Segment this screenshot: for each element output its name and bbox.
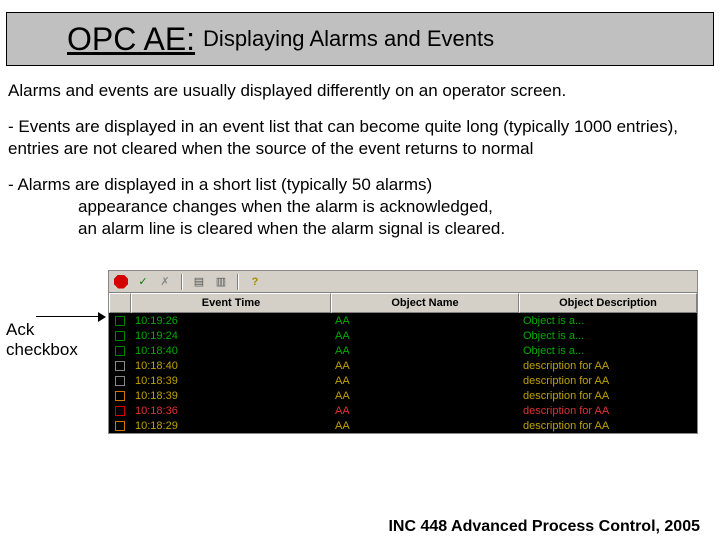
title-main: OPC AE: bbox=[67, 21, 195, 58]
cell-object-name: AA bbox=[331, 420, 519, 432]
cell-object-name: AA bbox=[331, 345, 519, 357]
alarm-header-row: Event Time Object Name Object Descriptio… bbox=[109, 293, 697, 313]
cell-event-time: 10:18:40 bbox=[131, 345, 331, 357]
cell-object-description: description for AA bbox=[519, 375, 697, 387]
table-row[interactable]: 10:19:24AAObject is a... bbox=[109, 328, 697, 343]
alarm-rows: 10:19:26AAObject is a...10:19:24AAObject… bbox=[109, 313, 697, 433]
table-row[interactable]: 10:18:40AAdescription for AA bbox=[109, 358, 697, 373]
cell-object-description: description for AA bbox=[519, 360, 697, 372]
p3-line3: an alarm line is cleared when the alarm … bbox=[78, 218, 712, 240]
paragraph-2: - Events are displayed in an event list … bbox=[8, 116, 712, 160]
cell-event-time: 10:18:40 bbox=[131, 360, 331, 372]
table-row[interactable]: 10:19:26AAObject is a... bbox=[109, 313, 697, 328]
ack-checkbox[interactable] bbox=[109, 376, 131, 386]
cell-event-time: 10:18:39 bbox=[131, 375, 331, 387]
cell-object-name: AA bbox=[331, 330, 519, 342]
cell-object-description: Object is a... bbox=[519, 330, 697, 342]
cell-event-time: 10:19:24 bbox=[131, 330, 331, 342]
cell-event-time: 10:18:36 bbox=[131, 405, 331, 417]
header-object-description: Object Description bbox=[519, 293, 697, 313]
cell-event-time: 10:18:39 bbox=[131, 390, 331, 402]
p3-line2: appearance changes when the alarm is ack… bbox=[78, 196, 712, 218]
header-event-time: Event Time bbox=[131, 293, 331, 313]
ack-checkbox[interactable] bbox=[109, 421, 131, 431]
cell-event-time: 10:18:29 bbox=[131, 420, 331, 432]
book-icon[interactable]: ▥ bbox=[213, 274, 229, 290]
table-row[interactable]: 10:18:29AAdescription for AA bbox=[109, 418, 697, 433]
p3-line1: - Alarms are displayed in a short list (… bbox=[8, 175, 432, 194]
slide-footer: INC 448 Advanced Process Control, 2005 bbox=[388, 518, 700, 536]
cell-object-name: AA bbox=[331, 315, 519, 327]
cell-object-description: description for AA bbox=[519, 390, 697, 402]
ack-checkbox[interactable] bbox=[109, 346, 131, 356]
stop-icon[interactable] bbox=[113, 274, 129, 290]
ack-label-line2: checkbox bbox=[6, 340, 78, 360]
cell-object-description: description for AA bbox=[519, 405, 697, 417]
header-checkbox-col bbox=[109, 293, 131, 313]
cell-event-time: 10:19:26 bbox=[131, 315, 331, 327]
toolbar-separator bbox=[181, 274, 183, 290]
ack-checkbox[interactable] bbox=[109, 391, 131, 401]
ack-check-icon[interactable]: ✓ bbox=[135, 274, 151, 290]
table-row[interactable]: 10:18:40AAObject is a... bbox=[109, 343, 697, 358]
cell-object-name: AA bbox=[331, 405, 519, 417]
unack-icon[interactable]: ✗ bbox=[157, 274, 173, 290]
title-sub: Displaying Alarms and Events bbox=[203, 26, 494, 52]
cell-object-name: AA bbox=[331, 390, 519, 402]
header-object-name: Object Name bbox=[331, 293, 519, 313]
toolbar-separator bbox=[237, 274, 239, 290]
ack-checkbox[interactable] bbox=[109, 406, 131, 416]
alarm-toolbar: ✓ ✗ ▤ ▥ ? bbox=[109, 271, 697, 293]
ack-label: Ack checkbox bbox=[6, 320, 78, 360]
ack-checkbox[interactable] bbox=[109, 316, 131, 326]
ack-checkbox[interactable] bbox=[109, 361, 131, 371]
alarm-list-panel: ✓ ✗ ▤ ▥ ? Event Time Object Name Object … bbox=[108, 270, 698, 434]
paragraph-3: - Alarms are displayed in a short list (… bbox=[8, 174, 712, 240]
slide-title: OPC AE: Displaying Alarms and Events bbox=[6, 12, 714, 66]
paragraph-1: Alarms and events are usually displayed … bbox=[8, 80, 712, 102]
cell-object-name: AA bbox=[331, 375, 519, 387]
table-row[interactable]: 10:18:36AAdescription for AA bbox=[109, 403, 697, 418]
ack-label-line1: Ack bbox=[6, 320, 34, 340]
cell-object-description: description for AA bbox=[519, 420, 697, 432]
table-row[interactable]: 10:18:39AAdescription for AA bbox=[109, 388, 697, 403]
cell-object-description: Object is a... bbox=[519, 315, 697, 327]
help-icon[interactable]: ? bbox=[247, 274, 263, 290]
ack-checkbox[interactable] bbox=[109, 331, 131, 341]
table-row[interactable]: 10:18:39AAdescription for AA bbox=[109, 373, 697, 388]
cell-object-description: Object is a... bbox=[519, 345, 697, 357]
cell-object-name: AA bbox=[331, 360, 519, 372]
doc-icon[interactable]: ▤ bbox=[191, 274, 207, 290]
